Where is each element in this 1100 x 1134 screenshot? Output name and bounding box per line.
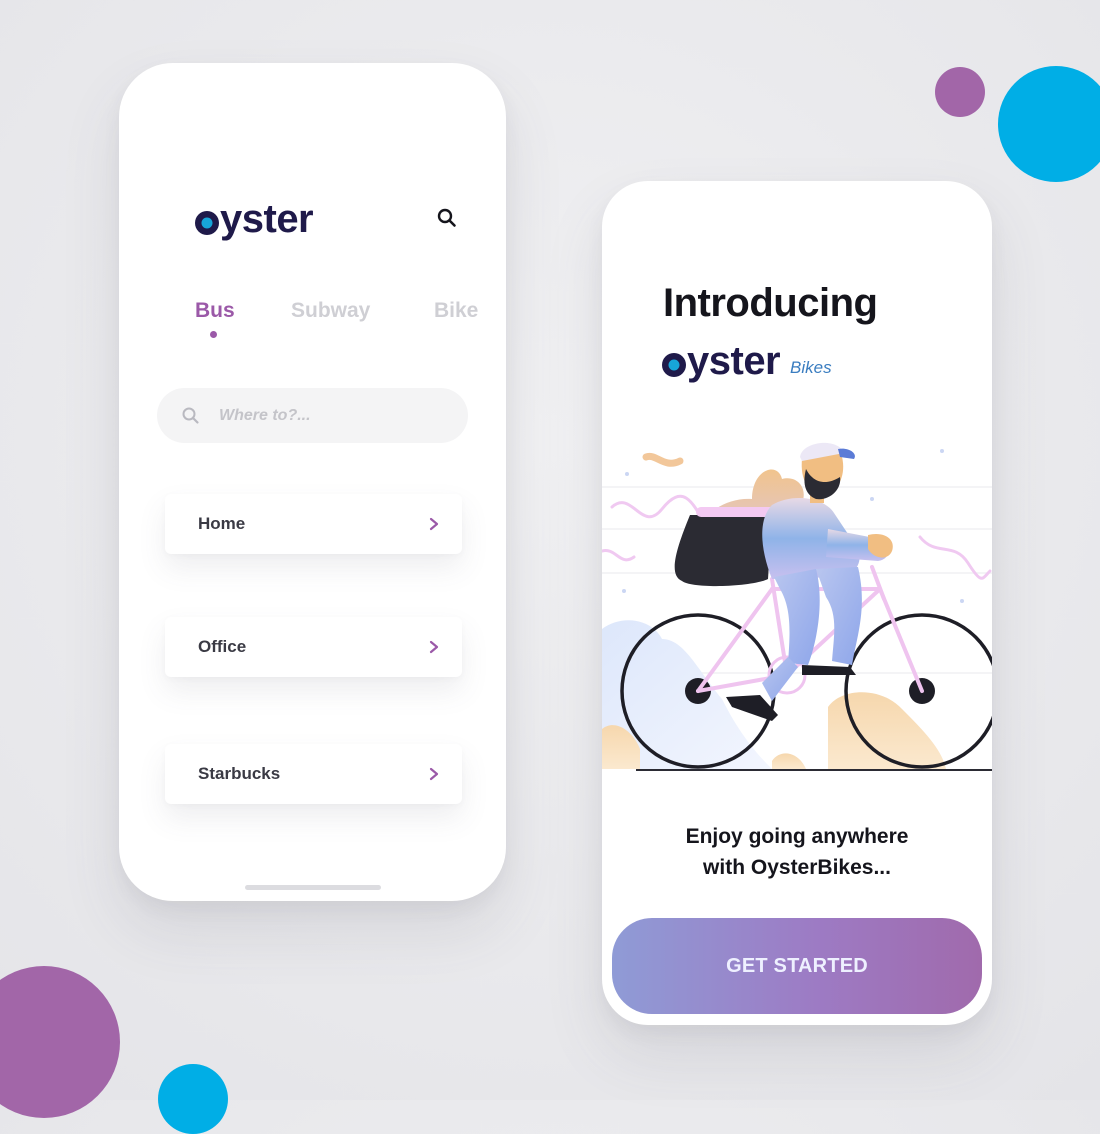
place-item-starbucks[interactable]: Starbucks — [165, 744, 462, 804]
tagline: Enjoy going anywhere with OysterBikes... — [602, 821, 992, 883]
place-item-home[interactable]: Home — [165, 494, 462, 554]
get-started-button[interactable]: GET STARTED — [612, 918, 982, 1014]
search-icon[interactable] — [435, 206, 459, 230]
chevron-right-icon — [428, 767, 440, 781]
place-item-office[interactable]: Office — [165, 617, 462, 677]
chevron-right-icon — [428, 640, 440, 654]
oyster-logo-mark — [662, 353, 686, 377]
tab-subway[interactable]: Subway — [291, 299, 370, 323]
search-input[interactable] — [217, 405, 441, 426]
intro-title: Introducing — [663, 281, 878, 325]
decor-circle-purple-top — [935, 67, 985, 117]
place-label: Home — [198, 514, 246, 533]
logo-suffix: Bikes — [790, 358, 832, 377]
chevron-right-icon — [428, 517, 440, 531]
place-label: Office — [198, 637, 247, 656]
oyster-logo-mark — [195, 211, 219, 235]
phone-screen-home: yster Bus Subway Bike Home Office — [119, 63, 506, 901]
destination-search-field[interactable] — [157, 388, 468, 443]
tab-bike[interactable]: Bike — [434, 299, 478, 323]
place-label: Starbucks — [198, 764, 281, 783]
decor-circle-cyan-top — [998, 66, 1100, 182]
search-icon — [181, 406, 201, 426]
oyster-logo-text: yster — [220, 197, 314, 241]
oyster-logo: yster — [195, 197, 314, 242]
phone-screen-intro: Introducing yster Bikes Enjoy going anyw… — [602, 181, 992, 1025]
tagline-line-2: with OysterBikes... — [703, 856, 891, 879]
home-indicator[interactable] — [245, 885, 381, 890]
cyclist-illustration — [602, 439, 992, 779]
oyster-logo-text: yster — [687, 339, 781, 383]
tab-bus[interactable]: Bus — [195, 299, 235, 323]
oyster-logo: yster — [662, 339, 781, 384]
tagline-line-1: Enjoy going anywhere — [685, 825, 909, 848]
decor-circle-purple-bottom — [0, 966, 120, 1118]
decor-circle-cyan-bottom — [158, 1064, 228, 1134]
active-tab-indicator — [210, 331, 217, 338]
